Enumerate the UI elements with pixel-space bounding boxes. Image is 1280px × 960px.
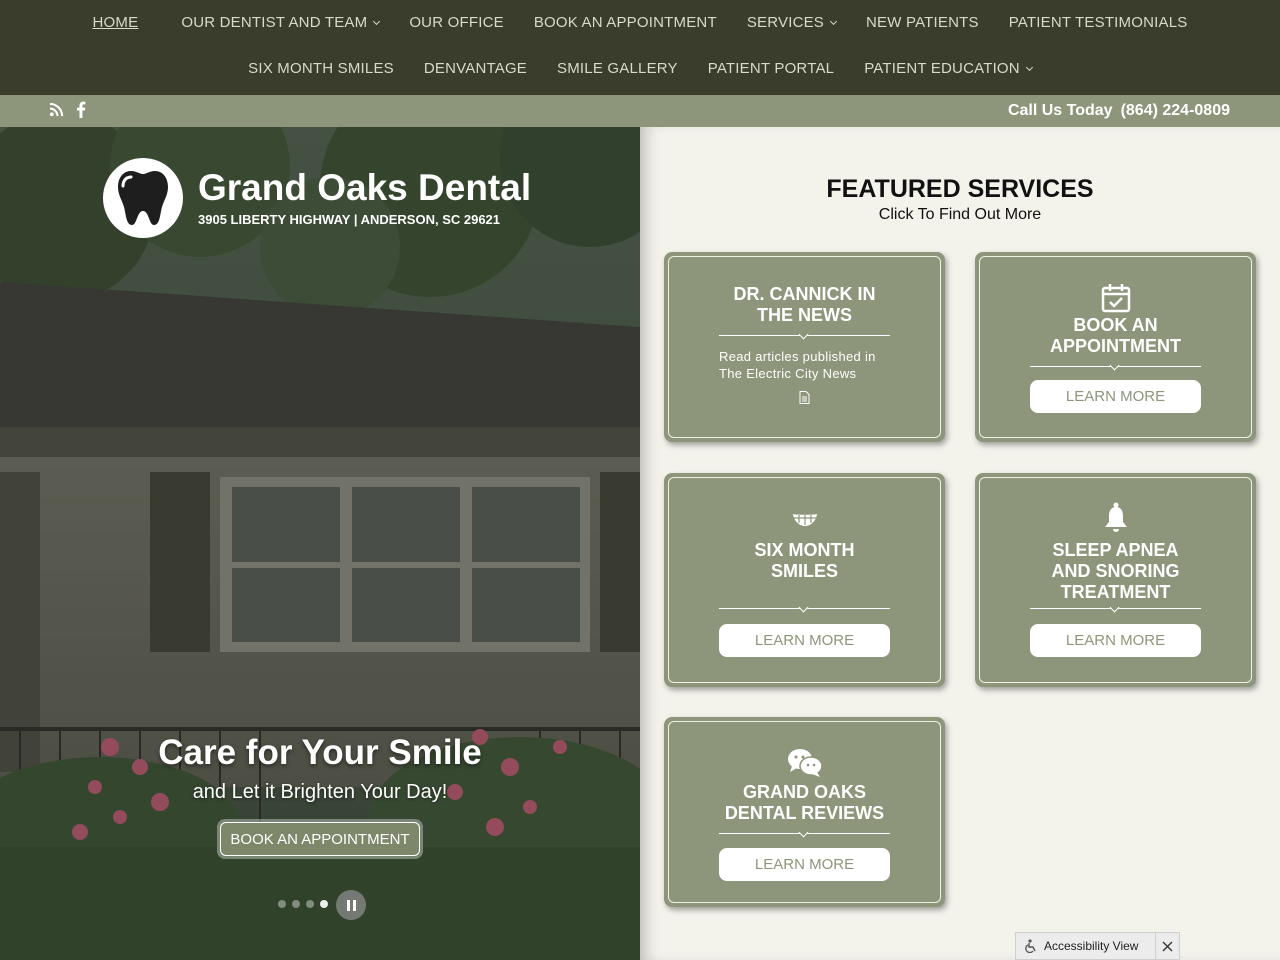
hero-subheadline: and Let it Brighten Your Day! bbox=[192, 781, 448, 803]
featured-subtitle: Click To Find Out More bbox=[878, 206, 1042, 223]
accessibility-widget: Accessibility View bbox=[1015, 932, 1180, 960]
card-inner: SIX MONTH SMILES LEARN MORE bbox=[668, 477, 941, 683]
card-divider bbox=[719, 335, 890, 336]
brand-address: 3905 LIBERTY HIGHWAY | ANDERSON, SC 2962… bbox=[198, 212, 501, 227]
service-card-news[interactable]: DR. CANNICK IN THE NEWS Read articles pu… bbox=[664, 252, 945, 442]
facebook-icon[interactable] bbox=[76, 101, 86, 123]
brand-name[interactable]: Grand Oaks Dental bbox=[198, 167, 531, 209]
nav-label: PATIENT TESTIMONIALS bbox=[1008, 14, 1188, 31]
nav-label: PATIENT PORTAL bbox=[707, 60, 835, 77]
card-title-line: AND SNORING bbox=[1051, 561, 1180, 581]
hero-headline: Care for Your Smile bbox=[158, 733, 482, 772]
card-inner: GRAND OAKS DENTAL REVIEWS LEARN MORE bbox=[668, 721, 941, 903]
bell-icon bbox=[980, 502, 1251, 534]
card-title-line: DENTAL REVIEWS bbox=[724, 803, 885, 823]
button-label: BOOK AN APPOINTMENT bbox=[220, 822, 420, 856]
braces-smile-icon bbox=[669, 511, 940, 527]
service-card-six-month-smiles[interactable]: SIX MONTH SMILES LEARN MORE bbox=[664, 473, 945, 687]
nav-label: DENVANTAGE bbox=[423, 60, 528, 77]
card-title: SLEEP APNEA AND SNORING TREATMENT bbox=[980, 540, 1251, 603]
learn-more-button[interactable]: LEARN MORE bbox=[1030, 624, 1201, 657]
tooth-logo-icon[interactable] bbox=[103, 158, 183, 238]
nav-item-patient-portal[interactable]: PATIENT PORTAL bbox=[693, 58, 849, 80]
card-title-line: SLEEP APNEA bbox=[1052, 540, 1179, 560]
card-title-line: DR. CANNICK IN bbox=[733, 284, 876, 304]
hero-slider: Grand Oaks Dental 3905 LIBERTY HIGHWAY |… bbox=[0, 127, 640, 960]
card-inner: DR. CANNICK IN THE NEWS Read articles pu… bbox=[668, 256, 941, 438]
info-bar: Call Us Today (864) 224-0809 bbox=[0, 95, 1280, 127]
nav-item-patient-education[interactable]: PATIENT EDUCATION bbox=[849, 58, 1047, 80]
card-title: DR. CANNICK IN THE NEWS bbox=[669, 284, 940, 326]
chevron-down-icon bbox=[829, 17, 838, 26]
slider-dot[interactable] bbox=[278, 900, 286, 908]
accessibility-view-button[interactable]: Accessibility View bbox=[1044, 939, 1155, 953]
card-divider bbox=[719, 833, 890, 834]
nav-row-primary: HOME OUR DENTIST AND TEAM OUR OFFICE BOO… bbox=[0, 12, 1280, 34]
card-inner: BOOK AN APPOINTMENT LEARN MORE bbox=[979, 256, 1252, 438]
card-divider bbox=[1030, 608, 1201, 609]
accessibility-icon bbox=[1016, 939, 1044, 953]
card-title-line: THE NEWS bbox=[756, 305, 852, 325]
nav-item-six-month-smiles[interactable]: SIX MONTH SMILES bbox=[233, 58, 409, 80]
call-us: Call Us Today (864) 224-0809 bbox=[1008, 102, 1230, 120]
nav-item-home[interactable]: HOME bbox=[78, 12, 154, 34]
nav-label: PATIENT EDUCATION bbox=[864, 60, 1020, 77]
slider-dot[interactable] bbox=[292, 900, 300, 908]
social-links bbox=[49, 101, 86, 123]
nav-label: SIX MONTH SMILES bbox=[248, 60, 394, 77]
main-navigation: HOME OUR DENTIST AND TEAM OUR OFFICE BOO… bbox=[0, 0, 1280, 95]
nav-item-our-office[interactable]: OUR OFFICE bbox=[394, 12, 519, 34]
featured-services: FEATURED SERVICES Click To Find Out More… bbox=[640, 127, 1280, 960]
nav-item-book-appointment[interactable]: BOOK AN APPOINTMENT bbox=[519, 12, 732, 34]
nav-label: HOME bbox=[92, 14, 139, 31]
card-title-line: BOOK AN bbox=[1073, 315, 1158, 335]
card-inner: SLEEP APNEA AND SNORING TREATMENT LEARN … bbox=[979, 477, 1252, 683]
nav-label: SERVICES bbox=[746, 14, 825, 31]
featured-title: FEATURED SERVICES bbox=[826, 175, 1094, 203]
slider-dot[interactable] bbox=[306, 900, 314, 908]
nav-label: OUR DENTIST AND TEAM bbox=[181, 14, 368, 31]
service-card-book-appointment[interactable]: BOOK AN APPOINTMENT LEARN MORE bbox=[975, 252, 1256, 442]
chat-bubbles-icon bbox=[669, 748, 940, 778]
hero-book-appointment-button[interactable]: BOOK AN APPOINTMENT bbox=[217, 819, 423, 859]
nav-item-denvantage[interactable]: DENVANTAGE bbox=[409, 58, 542, 80]
slider-dot-active[interactable] bbox=[320, 900, 328, 908]
card-title-line: TREATMENT bbox=[1060, 582, 1171, 602]
nav-label: BOOK AN APPOINTMENT bbox=[533, 14, 717, 31]
document-icon bbox=[669, 391, 940, 404]
nav-label: NEW PATIENTS bbox=[866, 14, 979, 31]
learn-more-button[interactable]: LEARN MORE bbox=[719, 848, 890, 881]
card-description: Read articles published in The Electric … bbox=[719, 349, 876, 381]
service-card-reviews[interactable]: GRAND OAKS DENTAL REVIEWS LEARN MORE bbox=[664, 717, 945, 907]
card-title: GRAND OAKS DENTAL REVIEWS bbox=[669, 782, 940, 824]
card-title-line: SMILES bbox=[770, 561, 838, 581]
slider-dots bbox=[278, 900, 328, 908]
chevron-down-icon bbox=[373, 17, 381, 26]
nav-row-secondary: SIX MONTH SMILES DENVANTAGE SMILE GALLER… bbox=[0, 58, 1280, 80]
calendar-check-icon bbox=[980, 283, 1251, 313]
card-title-line: APPOINTMENT bbox=[1049, 336, 1181, 356]
nav-item-patient-testimonials[interactable]: PATIENT TESTIMONIALS bbox=[994, 12, 1203, 34]
nav-item-services[interactable]: SERVICES bbox=[732, 12, 851, 34]
phone-number[interactable]: (864) 224-0809 bbox=[1121, 102, 1230, 120]
card-title: BOOK AN APPOINTMENT bbox=[980, 315, 1251, 357]
call-label: Call Us Today bbox=[1007, 102, 1113, 119]
service-card-sleep-apnea[interactable]: SLEEP APNEA AND SNORING TREATMENT LEARN … bbox=[975, 473, 1256, 687]
nav-item-our-dentist-and-team[interactable]: OUR DENTIST AND TEAM bbox=[166, 12, 394, 34]
nav-label: SMILE GALLERY bbox=[557, 60, 678, 77]
card-divider bbox=[1030, 366, 1201, 367]
nav-item-new-patients[interactable]: NEW PATIENTS bbox=[851, 12, 994, 34]
card-title-line: SIX MONTH bbox=[754, 540, 855, 560]
learn-more-button[interactable]: LEARN MORE bbox=[1030, 380, 1201, 413]
card-title: SIX MONTH SMILES bbox=[669, 540, 940, 582]
card-divider bbox=[719, 608, 890, 609]
chevron-down-icon bbox=[1025, 63, 1033, 72]
rss-icon[interactable] bbox=[49, 102, 64, 122]
card-title-line: GRAND OAKS bbox=[742, 782, 866, 802]
pause-icon[interactable] bbox=[336, 890, 366, 920]
close-icon[interactable] bbox=[1155, 933, 1179, 959]
nav-label: OUR OFFICE bbox=[409, 14, 504, 31]
nav-item-smile-gallery[interactable]: SMILE GALLERY bbox=[542, 58, 693, 80]
learn-more-button[interactable]: LEARN MORE bbox=[719, 624, 890, 657]
